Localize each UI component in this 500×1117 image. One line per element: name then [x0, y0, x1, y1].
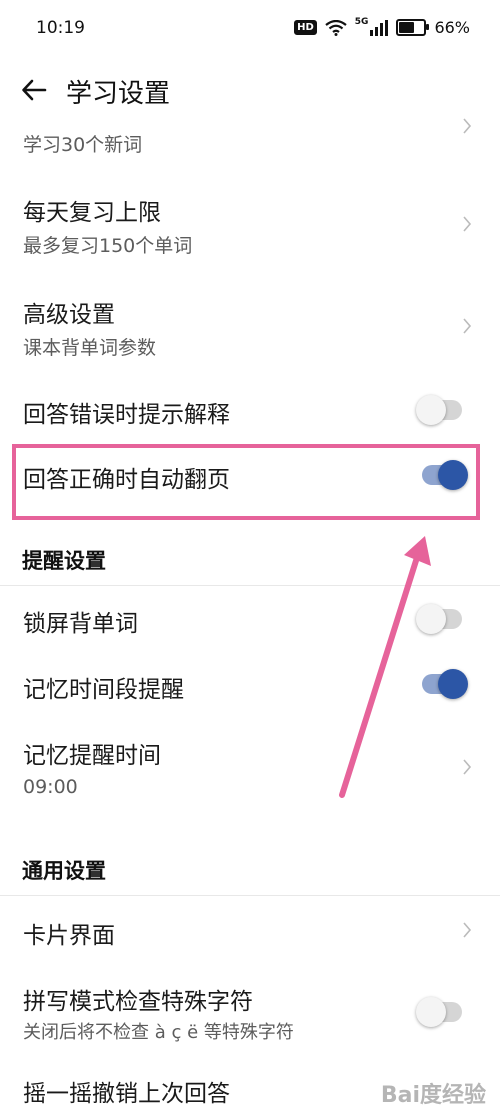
- lockscreen-title: 锁屏背单词: [23, 611, 138, 637]
- hd-icon: HD: [294, 20, 317, 35]
- status-icons: HD 5G 66%: [294, 16, 470, 37]
- lockscreen-toggle[interactable]: [416, 604, 462, 634]
- battery-fill: [399, 22, 415, 33]
- toggle-knob: [416, 395, 446, 425]
- card-ui-title: 卡片界面: [23, 923, 115, 949]
- divider: [0, 585, 500, 586]
- section-header-reminder: 提醒设置: [22, 549, 106, 573]
- toggle-knob: [438, 669, 468, 699]
- spelling-title: 拼写模式检查特殊字符: [23, 989, 253, 1015]
- advanced-subtitle: 课本背单词参数: [23, 337, 157, 359]
- annotation-highlight-box: [12, 444, 480, 520]
- settings-item-lockscreen[interactable]: 锁屏背单词: [0, 588, 500, 650]
- settings-item-card-ui[interactable]: 卡片界面: [0, 898, 500, 962]
- back-arrow-icon[interactable]: [20, 76, 48, 104]
- chevron-right-icon: [463, 118, 472, 134]
- reminder-time-value: 09:00: [23, 776, 78, 798]
- reminder-time-title: 记忆提醒时间: [23, 743, 161, 769]
- settings-item-wrong-hint[interactable]: 回答错误时提示解释: [0, 380, 500, 440]
- network-type: 5G: [354, 16, 369, 27]
- battery-icon: [396, 19, 430, 36]
- chevron-right-icon: [463, 759, 472, 775]
- toggle-knob: [416, 604, 446, 634]
- section-header-general: 通用设置: [22, 859, 106, 883]
- wrong-hint-title: 回答错误时提示解释: [23, 402, 230, 428]
- app-header: 学习设置: [0, 60, 500, 120]
- advanced-title: 高级设置: [23, 302, 115, 328]
- status-time: 10:19: [36, 18, 85, 38]
- settings-item-daily-review[interactable]: 每天复习上限 最多复习150个单词: [0, 180, 500, 270]
- watermark: Bai度经验: [380, 1083, 486, 1108]
- wrong-hint-toggle[interactable]: [416, 395, 462, 425]
- signal-icon: [370, 19, 389, 36]
- daily-new-subtitle: 学习30个新词: [23, 134, 143, 156]
- wifi-icon: [325, 19, 347, 36]
- shake-undo-title: 摇一摇撤销上次回答: [23, 1081, 230, 1107]
- settings-item-advanced[interactable]: 高级设置 课本背单词参数: [0, 283, 500, 373]
- divider: [0, 895, 500, 896]
- memory-period-toggle[interactable]: [422, 669, 468, 699]
- settings-item-memory-period[interactable]: 记忆时间段提醒: [0, 654, 500, 716]
- toggle-knob: [416, 997, 446, 1027]
- spelling-subtitle: 关闭后将不检查 à ç ë 等特殊字符: [23, 1022, 294, 1043]
- settings-item-spelling[interactable]: 拼写模式检查特殊字符 关闭后将不检查 à ç ë 等特殊字符: [0, 968, 500, 1052]
- daily-review-title: 每天复习上限: [23, 200, 161, 226]
- settings-item-reminder-time[interactable]: 记忆提醒时间 09:00: [0, 720, 500, 820]
- chevron-right-icon: [463, 318, 472, 334]
- battery-percent: 66%: [434, 18, 470, 37]
- chevron-right-icon: [463, 922, 472, 938]
- status-bar: 10:19 HD 5G 66%: [0, 0, 500, 60]
- spelling-toggle[interactable]: [416, 997, 462, 1027]
- page-title: 学习设置: [66, 79, 171, 109]
- daily-review-subtitle: 最多复习150个单词: [23, 235, 193, 257]
- chevron-right-icon: [463, 216, 472, 232]
- memory-period-title: 记忆时间段提醒: [23, 677, 184, 703]
- settings-item-daily-new[interactable]: 学习30个新词: [0, 118, 500, 170]
